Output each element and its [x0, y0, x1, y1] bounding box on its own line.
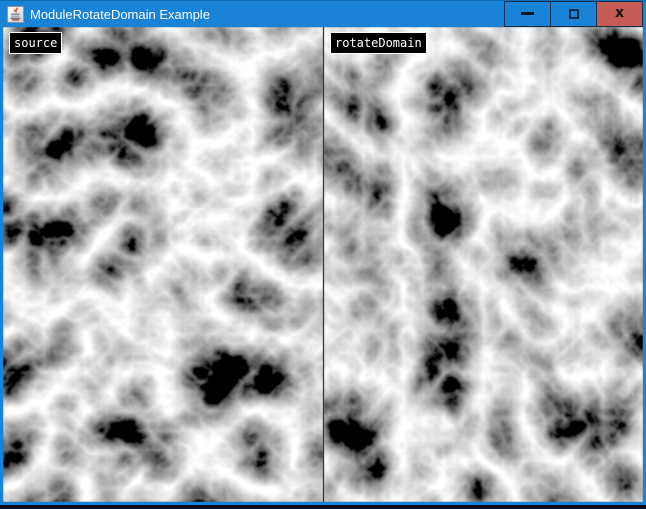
content-area: source rotateDomain	[0, 27, 646, 505]
java-coffee-cup-icon	[7, 6, 24, 23]
minimize-icon	[521, 12, 534, 15]
window-title: ModuleRotateDomain Example	[30, 1, 210, 28]
close-button[interactable]: x	[596, 1, 643, 27]
window-controls: x	[505, 1, 643, 28]
rotate-domain-noise-image	[324, 27, 643, 502]
rotate-domain-label: rotateDomain	[330, 32, 427, 54]
maximize-icon	[569, 9, 579, 19]
window-bottom-shadow	[0, 505, 646, 509]
minimize-button[interactable]	[504, 1, 551, 27]
close-icon: x	[615, 6, 624, 20]
titlebar[interactable]: ModuleRotateDomain Example x	[0, 0, 646, 27]
rotate-domain-image-panel: rotateDomain	[323, 27, 643, 502]
maximize-button[interactable]	[550, 1, 597, 27]
app-window: ModuleRotateDomain Example x	[0, 0, 646, 509]
source-label: source	[9, 32, 62, 54]
source-noise-image	[3, 27, 323, 502]
source-image-panel: source	[3, 27, 323, 502]
